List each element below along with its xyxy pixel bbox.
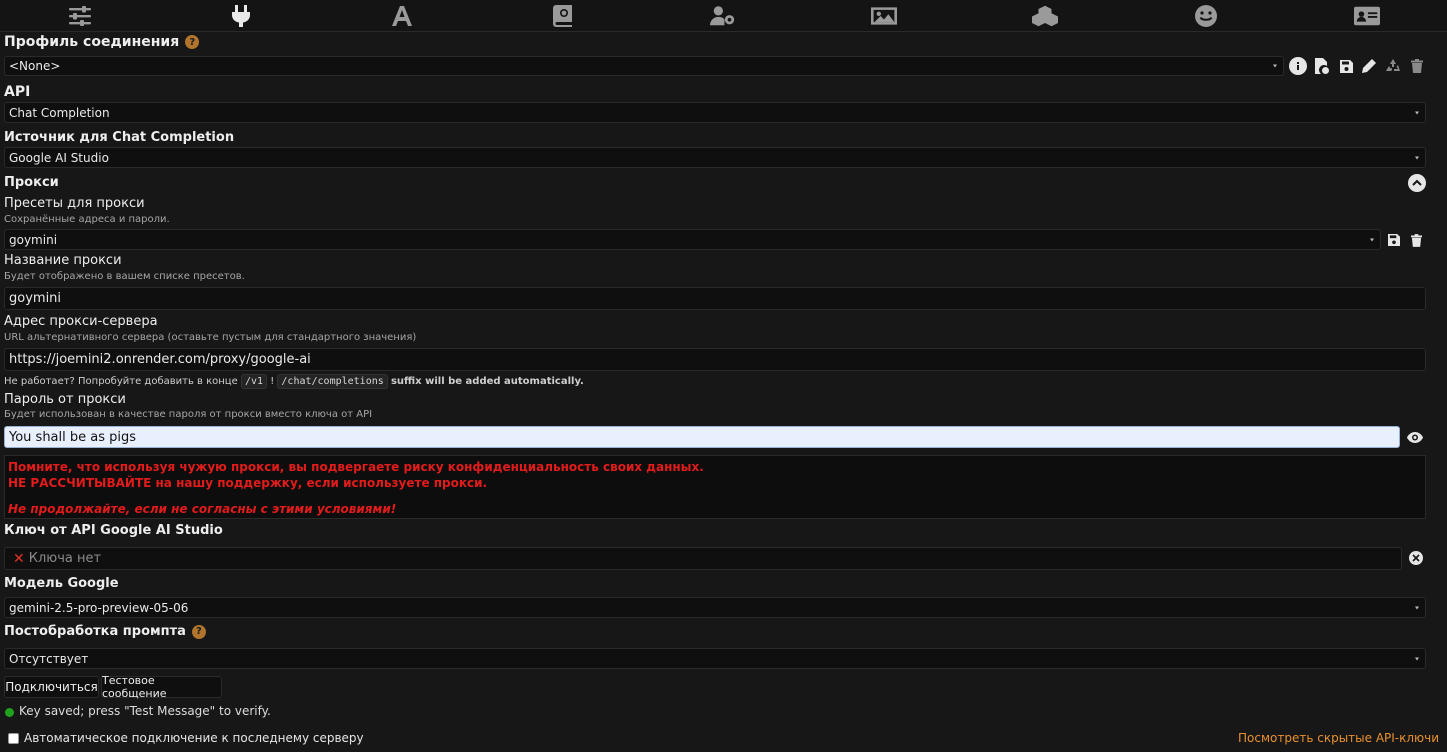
cubes-icon[interactable] — [1031, 4, 1058, 28]
chevron-down-icon — [1273, 64, 1277, 68]
hint-code-v1: /v1 — [240, 374, 268, 389]
proxy-address-sub: URL альтернативного сервера (оставьте пу… — [4, 332, 417, 343]
postprocess-title: Постобработка промпта — [4, 624, 186, 639]
eye-icon[interactable] — [1406, 428, 1424, 446]
id-card-icon[interactable] — [1353, 4, 1380, 28]
file-add-icon[interactable] — [1313, 57, 1331, 75]
chevron-down-icon — [1415, 111, 1419, 114]
postprocess-heading: Постобработка промпта? — [4, 624, 206, 639]
book-icon[interactable] — [550, 4, 576, 28]
source-value: Google AI Studio — [9, 150, 109, 165]
hidden-api-keys-link[interactable]: Посмотреть скрытые API-ключи — [1238, 731, 1439, 745]
proxy-hint: Не работает? Попробуйте добавить в конце… — [4, 374, 584, 389]
top-nav-bar — [0, 0, 1447, 32]
connection-profile-heading: Профиль соединения? — [4, 34, 200, 50]
postprocess-select[interactable]: Отсутствует — [4, 648, 1426, 669]
api-select[interactable]: Chat Completion — [4, 102, 1426, 123]
model-title: Модель Google — [4, 576, 119, 591]
chevron-down-icon — [1370, 238, 1374, 241]
proxy-address-label: Адрес прокси-сервера — [4, 314, 158, 329]
image-icon[interactable] — [871, 4, 898, 28]
user-gear-icon[interactable] — [710, 4, 736, 28]
proxy-password-input[interactable]: You shall be as pigs — [4, 426, 1400, 448]
proxy-presets-value: goymini — [9, 232, 58, 247]
connect-button[interactable]: Подключиться — [4, 676, 99, 698]
api-key-placeholder: Ключа нет — [28, 551, 102, 566]
status-dot — [5, 708, 14, 717]
chevron-up-icon — [1412, 179, 1422, 186]
postprocess-value: Отсутствует — [9, 651, 89, 666]
api-key-input[interactable]: ✕ Ключа нет — [4, 547, 1402, 570]
proxy-name-value: goymini — [9, 291, 62, 306]
warning-line-2: НЕ РАССЧИТЫВАЙТЕ на нашу поддержку, если… — [8, 476, 488, 490]
hint-sep: ! — [270, 376, 275, 387]
proxy-title: Прокси — [4, 175, 59, 190]
proxy-name-input[interactable]: goymini — [4, 287, 1426, 310]
chevron-down-icon — [1415, 606, 1419, 609]
proxy-presets-sub: Сохранённые адреса и пароли. — [4, 214, 170, 225]
recycle-icon[interactable] — [1384, 57, 1402, 75]
smile-icon[interactable] — [1193, 4, 1219, 28]
clear-key-button[interactable] — [1409, 551, 1423, 565]
api-key-title: Ключ от API Google AI Studio — [4, 523, 223, 538]
proxy-password-label: Пароль от прокси — [4, 392, 126, 407]
help-icon[interactable]: ? — [191, 624, 206, 639]
auto-connect-checkbox[interactable] — [8, 733, 19, 744]
api-value: Chat Completion — [9, 105, 110, 120]
x-icon: ✕ — [13, 550, 25, 567]
proxy-address-value: https://joemini2.onrender.com/proxy/goog… — [9, 352, 311, 367]
model-value: gemini-2.5-pro-preview-05-06 — [9, 600, 189, 615]
pencil-icon[interactable] — [1360, 57, 1378, 75]
status-text: Key saved; press "Test Message" to verif… — [19, 704, 271, 718]
app-root: Профиль соединения? <None> API Chat Comp… — [0, 0, 1447, 752]
hint-code-chat: /chat/completions — [277, 374, 388, 389]
chevron-down-icon — [1415, 657, 1419, 660]
proxy-presets-label: Пресеты для прокси — [4, 196, 145, 211]
auto-connect-label: Автоматическое подключение к последнему … — [24, 731, 364, 745]
chevron-down-icon — [1415, 156, 1419, 159]
proxy-password-value: You shall be as pigs — [9, 429, 137, 445]
collapse-proxy-button[interactable] — [1408, 174, 1426, 192]
save-icon[interactable] — [1337, 57, 1355, 75]
proxy-presets-select[interactable]: goymini — [4, 229, 1381, 250]
hint-prefix: Не работает? Попробуйте добавить в конце — [4, 376, 238, 387]
test-message-button[interactable]: Тестовое сообщение — [101, 674, 222, 700]
warning-line-1: Помните, что используя чужую прокси, вы … — [8, 460, 704, 474]
warning-line-3: Не продолжайте, если не согласны с этими… — [8, 502, 397, 516]
trash-icon[interactable] — [1408, 57, 1426, 75]
hint-suffix: suffix will be added automatically. — [390, 376, 584, 387]
info-icon[interactable] — [1289, 57, 1307, 75]
save-preset-icon[interactable] — [1385, 231, 1403, 249]
model-select[interactable]: gemini-2.5-pro-preview-05-06 — [4, 597, 1426, 618]
proxy-address-input[interactable]: https://joemini2.onrender.com/proxy/goog… — [4, 348, 1426, 371]
proxy-name-label: Название прокси — [4, 253, 122, 268]
connection-profile-select[interactable]: <None> — [4, 56, 1284, 76]
connection-profile-title: Профиль соединения — [4, 34, 180, 50]
delete-preset-icon[interactable] — [1407, 231, 1425, 249]
font-icon[interactable] — [389, 4, 415, 28]
proxy-password-sub: Будет использован в качестве пароля от п… — [4, 409, 373, 420]
source-select[interactable]: Google AI Studio — [4, 147, 1426, 168]
sliders-icon[interactable] — [67, 4, 93, 28]
help-icon[interactable]: ? — [185, 35, 200, 49]
close-icon — [1412, 554, 1420, 562]
connection-profile-value: <None> — [9, 59, 61, 73]
api-title: API — [4, 84, 31, 100]
proxy-name-sub: Будет отображено в вашем списке пресетов… — [4, 271, 245, 282]
plug-icon[interactable] — [228, 4, 254, 28]
proxy-warning-box: Помните, что используя чужую прокси, вы … — [4, 455, 1426, 519]
source-title: Источник для Chat Completion — [4, 130, 235, 145]
